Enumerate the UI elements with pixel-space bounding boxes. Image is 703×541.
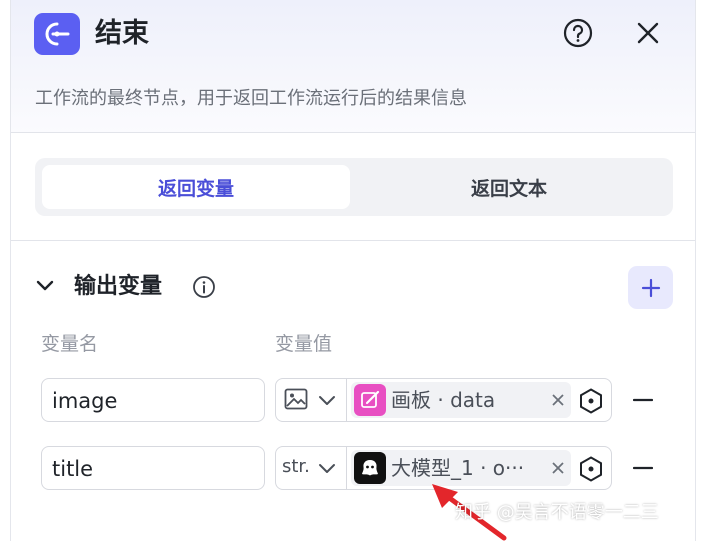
help-icon[interactable] bbox=[563, 18, 593, 48]
variable-name-input[interactable]: title bbox=[41, 446, 265, 490]
reference-text: 画板 · data bbox=[391, 388, 496, 412]
variable-name-input[interactable]: image bbox=[41, 378, 265, 422]
clear-icon[interactable] bbox=[549, 391, 567, 409]
node-title: 结束 bbox=[95, 18, 149, 49]
column-header-value: 变量值 bbox=[275, 333, 333, 355]
end-node-panel: 结束 工作流的最终节点，用于返回工作流运行后的结果信息 返回变量 返回文本 输出… bbox=[10, 0, 696, 541]
field-separator bbox=[346, 447, 347, 489]
clear-icon[interactable] bbox=[549, 459, 567, 477]
variable-value-field: 画板 · data bbox=[275, 378, 612, 422]
canvas-node-icon bbox=[354, 384, 386, 416]
section-divider bbox=[11, 240, 695, 241]
plus-icon bbox=[641, 278, 660, 297]
minus-icon bbox=[633, 398, 653, 402]
node-description: 工作流的最终节点，用于返回工作流运行后的结果信息 bbox=[35, 88, 467, 109]
type-label: str. bbox=[282, 456, 310, 477]
add-variable-button[interactable] bbox=[628, 266, 673, 309]
minus-icon bbox=[633, 466, 653, 470]
chevron-down-icon[interactable] bbox=[35, 276, 55, 296]
output-section-title: 输出变量 bbox=[74, 274, 163, 299]
image-type-icon bbox=[284, 388, 308, 414]
end-node-icon bbox=[34, 13, 80, 55]
field-separator bbox=[346, 379, 347, 421]
column-header-name: 变量名 bbox=[41, 333, 99, 355]
header-divider bbox=[11, 132, 695, 133]
type-select[interactable]: str. bbox=[276, 447, 346, 489]
reference-text: 大模型_1 · o··· bbox=[391, 456, 525, 480]
return-mode-tabs: 返回变量 返回文本 bbox=[35, 158, 673, 216]
type-select[interactable] bbox=[276, 379, 346, 421]
tab-return-text[interactable]: 返回文本 bbox=[355, 165, 663, 209]
watermark: 知乎 @吴言不语零一二三 bbox=[455, 502, 659, 523]
variable-picker-icon[interactable] bbox=[577, 455, 605, 483]
chevron-down-icon bbox=[318, 392, 336, 411]
remove-variable-button[interactable] bbox=[630, 455, 656, 481]
close-icon[interactable] bbox=[633, 18, 663, 48]
variable-picker-icon[interactable] bbox=[577, 387, 605, 415]
tab-return-variables[interactable]: 返回变量 bbox=[42, 165, 350, 209]
chevron-down-icon bbox=[318, 460, 336, 479]
remove-variable-button[interactable] bbox=[630, 387, 656, 413]
variable-reference-tag: 画板 · data bbox=[351, 382, 571, 418]
info-icon[interactable] bbox=[191, 274, 217, 300]
llm-node-icon bbox=[354, 452, 386, 484]
